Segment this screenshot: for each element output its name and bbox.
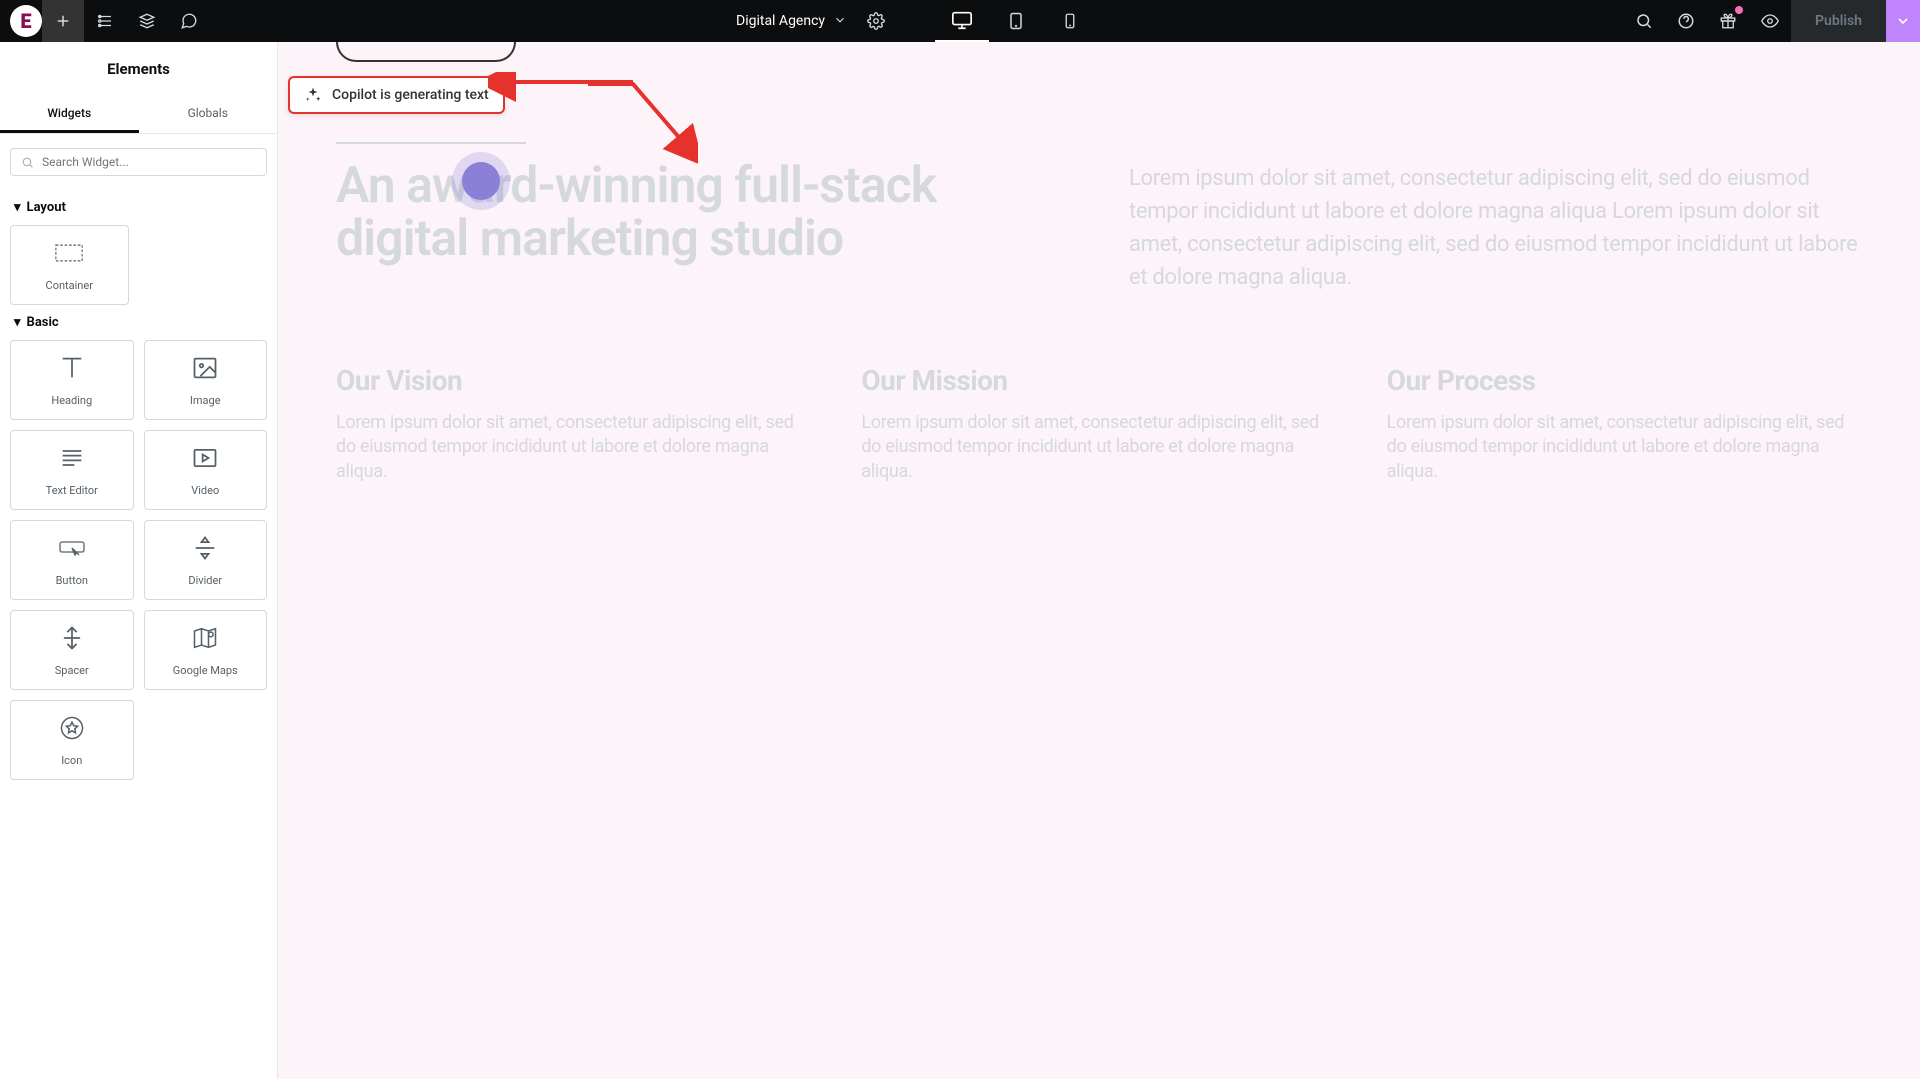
whats-new-button[interactable] (1707, 0, 1749, 42)
notification-dot (1735, 6, 1743, 14)
video-icon (191, 444, 219, 476)
settings-button[interactable] (84, 0, 126, 42)
cursor-indicator (462, 162, 500, 200)
preview-button[interactable] (1749, 0, 1791, 42)
tab-widgets[interactable]: Widgets (0, 96, 139, 133)
widget-heading[interactable]: Heading (10, 340, 134, 420)
copilot-status-badge: Copilot is generating text (288, 76, 505, 114)
tab-globals[interactable]: Globals (139, 96, 278, 133)
text-editor-icon (58, 444, 86, 476)
structure-button[interactable] (126, 0, 168, 42)
heading-element[interactable]: An award-winning full-stack digital mark… (336, 160, 1069, 265)
widget-image[interactable]: Image (144, 340, 268, 420)
help-button[interactable] (1665, 0, 1707, 42)
device-desktop[interactable] (935, 0, 989, 42)
device-tablet[interactable] (989, 0, 1043, 42)
widget-spacer[interactable]: Spacer (10, 610, 134, 690)
image-icon (191, 354, 219, 386)
column-process[interactable]: Our Process Lorem ipsum dolor sit amet, … (1387, 364, 1862, 484)
button-icon (58, 534, 86, 566)
widget-video[interactable]: Video (144, 430, 268, 510)
widget-button[interactable]: Button (10, 520, 134, 600)
column-mission[interactable]: Our Mission Lorem ipsum dolor sit amet, … (861, 364, 1336, 484)
google-maps-icon (191, 624, 219, 656)
caret-down-icon: ▾ (14, 200, 21, 215)
page-settings-button[interactable] (855, 0, 897, 42)
topbar: E Digital Agency Publish (0, 0, 1920, 42)
container-icon (55, 239, 83, 271)
publish-button[interactable]: Publish (1791, 0, 1886, 42)
search-button[interactable] (1623, 0, 1665, 42)
search-icon (21, 156, 34, 169)
elements-panel: Elements Widgets Globals ▾Layout Contain… (0, 42, 278, 1079)
heading-icon (58, 354, 86, 386)
elementor-logo[interactable]: E (10, 5, 42, 37)
column-title[interactable]: Our Mission (861, 364, 1336, 397)
panel-title: Elements (0, 42, 277, 96)
icon-icon (58, 714, 86, 746)
search-widget-input[interactable] (10, 148, 267, 176)
notes-button[interactable] (168, 0, 210, 42)
chevron-down-icon[interactable] (833, 12, 847, 31)
divider-icon (191, 534, 219, 566)
section-basic[interactable]: ▾Basic (0, 305, 277, 340)
canvas[interactable]: Copilot is generating text An award-winn… (278, 42, 1920, 1079)
widget-text-editor[interactable]: Text Editor (10, 430, 134, 510)
spacer-icon (58, 624, 86, 656)
device-mobile[interactable] (1043, 0, 1097, 42)
widget-container[interactable]: Container (10, 225, 129, 305)
widget-google-maps[interactable]: Google Maps (144, 610, 268, 690)
sparkle-icon (304, 86, 322, 104)
widget-icon[interactable]: Icon (10, 700, 134, 780)
column-text[interactable]: Lorem ipsum dolor sit amet, consectetur … (1387, 411, 1862, 484)
publish-options-button[interactable] (1886, 0, 1920, 42)
column-title[interactable]: Our Process (1387, 364, 1862, 397)
column-vision[interactable]: Our Vision Lorem ipsum dolor sit amet, c… (336, 364, 811, 484)
section-layout[interactable]: ▾Layout (0, 190, 277, 225)
canvas-button-element[interactable] (336, 42, 516, 62)
widget-divider[interactable]: Divider (144, 520, 268, 600)
text-element[interactable]: Lorem ipsum dolor sit amet, consectetur … (1129, 162, 1862, 294)
column-text[interactable]: Lorem ipsum dolor sit amet, consectetur … (861, 411, 1336, 484)
add-element-button[interactable] (42, 0, 84, 42)
page-title[interactable]: Digital Agency (736, 13, 825, 29)
column-title[interactable]: Our Vision (336, 364, 811, 397)
column-text[interactable]: Lorem ipsum dolor sit amet, consectetur … (336, 411, 811, 484)
caret-down-icon: ▾ (14, 315, 21, 330)
divider-element[interactable] (336, 142, 526, 144)
